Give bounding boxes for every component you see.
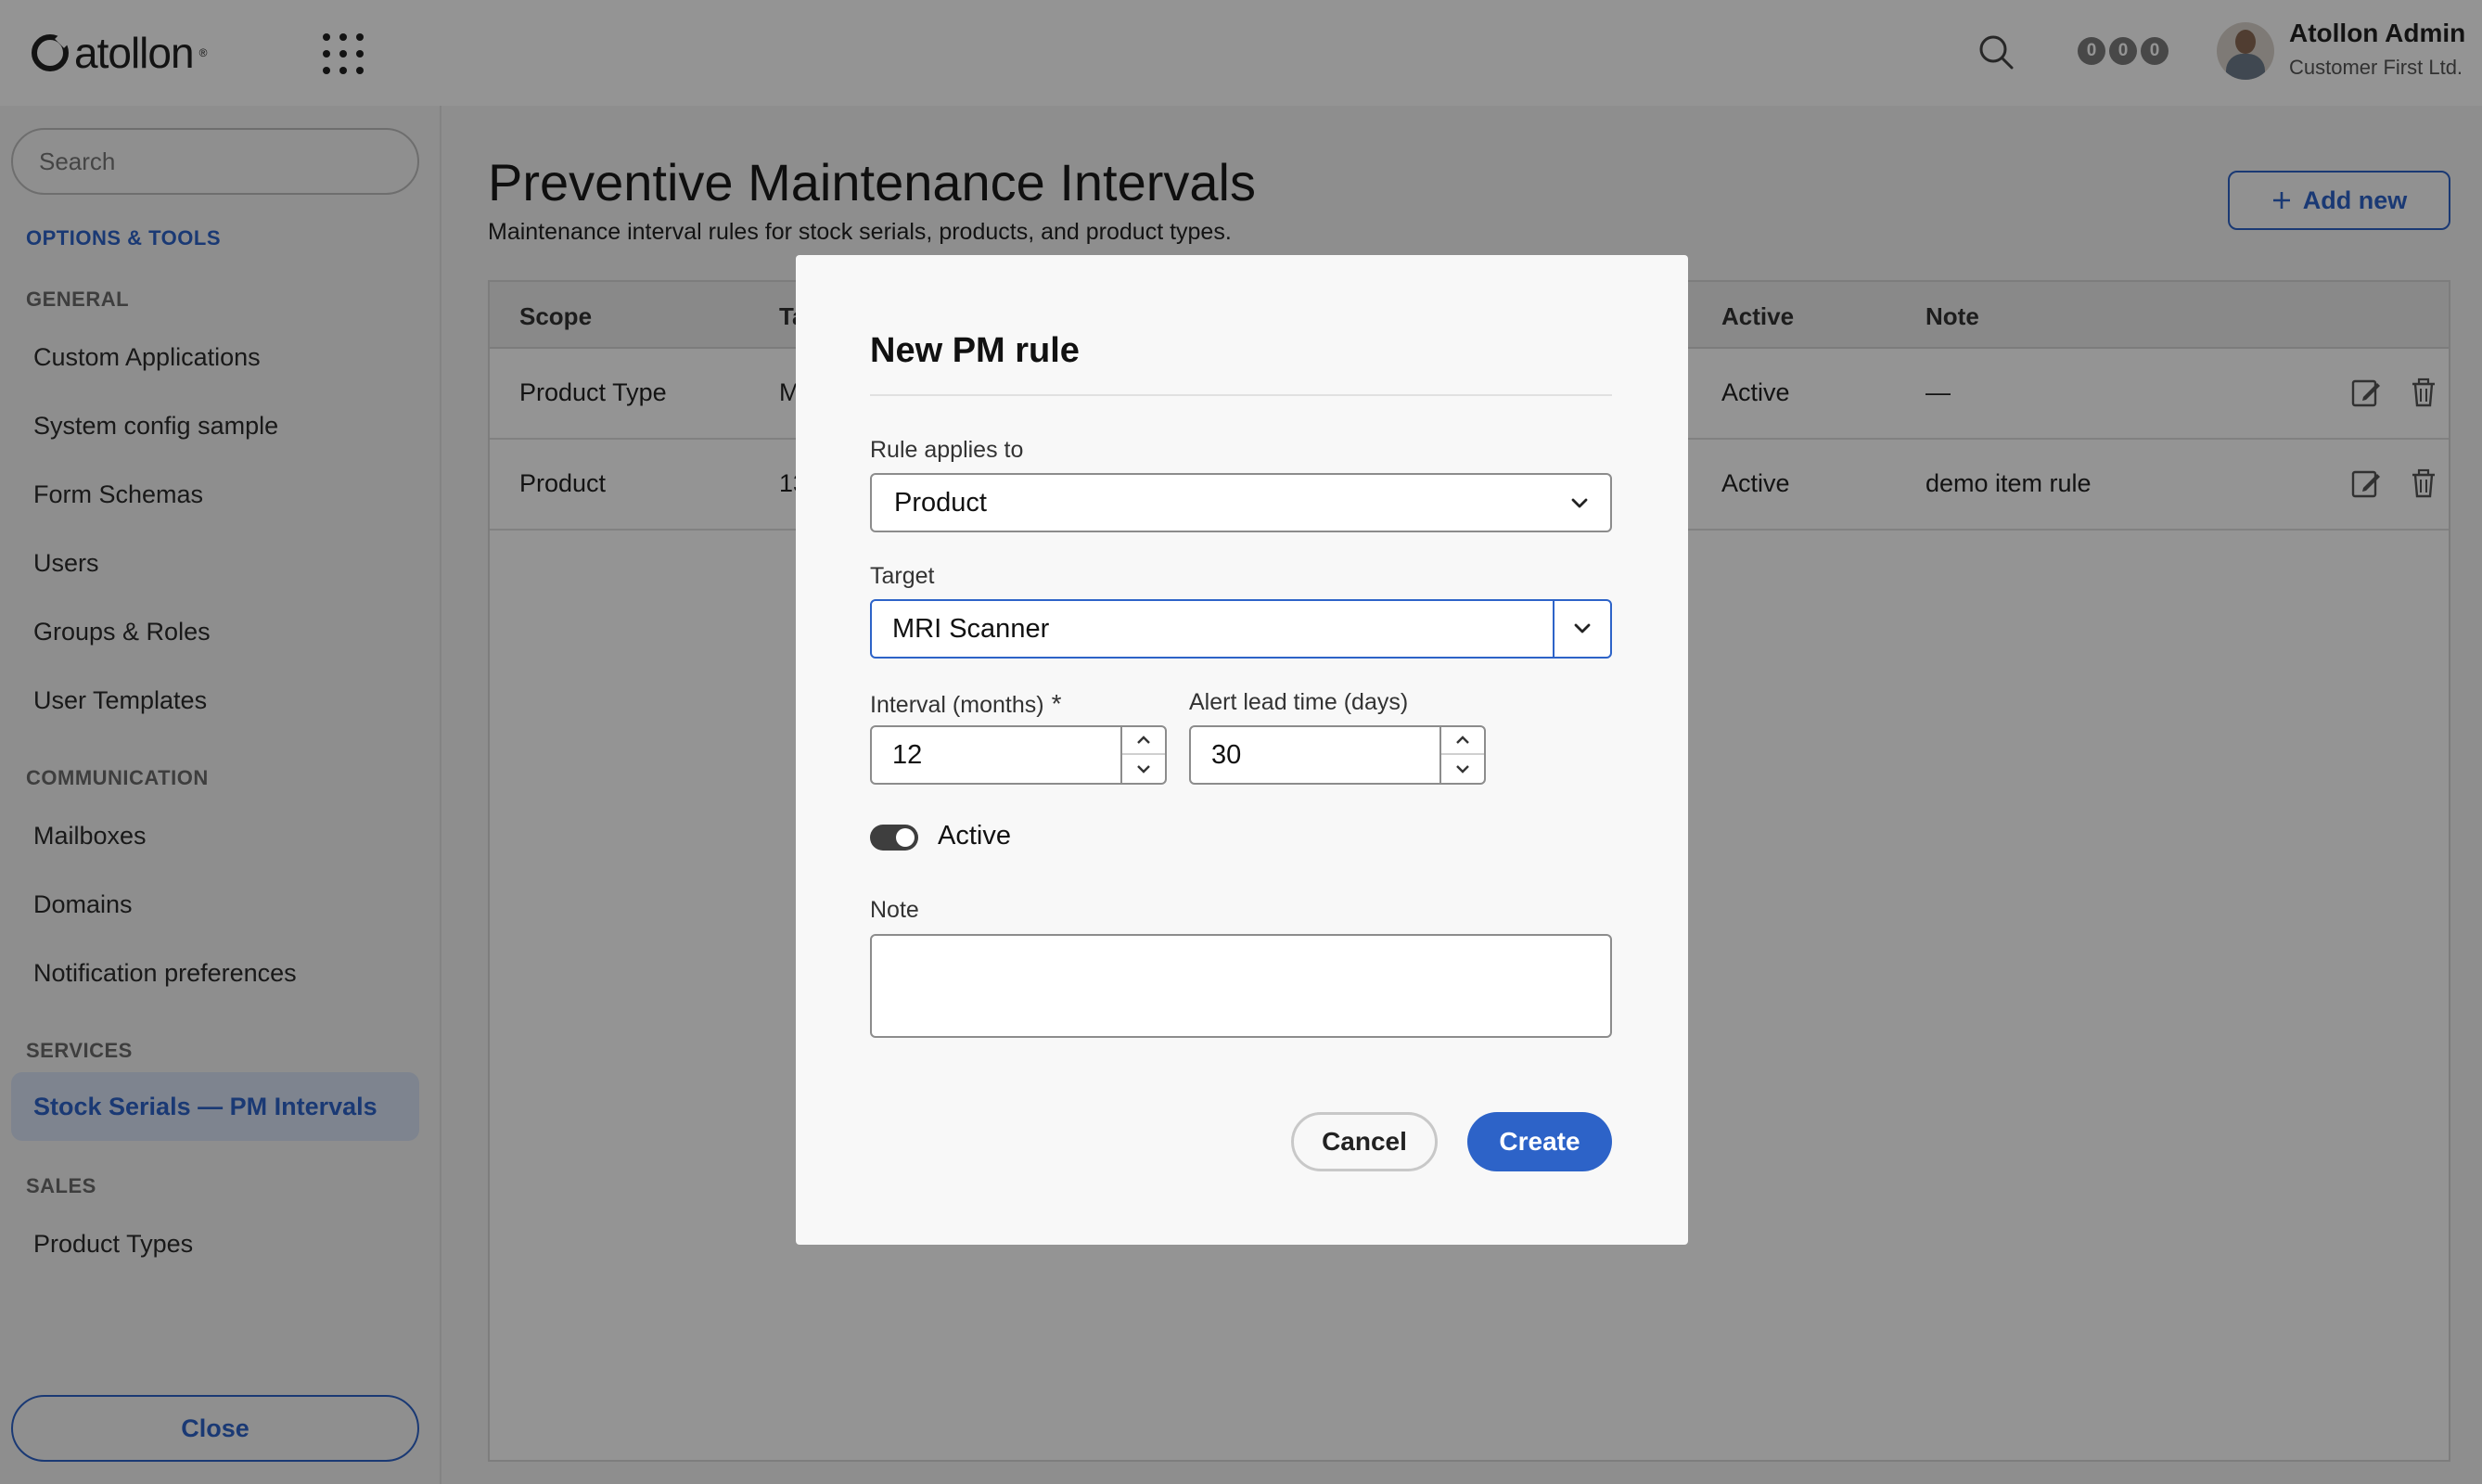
cancel-button[interactable]: Cancel: [1291, 1112, 1438, 1171]
alert-lead-time-input[interactable]: 30: [1189, 725, 1486, 785]
alert-value: 30: [1211, 740, 1242, 770]
active-toggle-label[interactable]: Active: [938, 821, 1011, 851]
create-button[interactable]: Create: [1467, 1112, 1612, 1171]
note-textarea[interactable]: [870, 934, 1612, 1038]
dialog-title: New PM rule: [870, 331, 1080, 370]
interval-label-text: Interval (months): [870, 692, 1044, 718]
chevron-down-icon: [1574, 623, 1591, 633]
target-label: Target: [870, 563, 935, 589]
target-dropdown-button[interactable]: [1554, 601, 1610, 657]
interval-label: Interval (months) *: [870, 689, 1061, 719]
alert-stepper: [1439, 727, 1484, 783]
interval-value: 12: [892, 740, 923, 770]
increment-button[interactable]: [1441, 727, 1484, 755]
rule-applies-value: Product: [894, 487, 987, 518]
decrement-button[interactable]: [1441, 755, 1484, 783]
toggle-knob: [896, 828, 915, 847]
chevron-up-icon: [1456, 736, 1469, 744]
required-indicator: *: [1051, 689, 1062, 718]
chevron-up-icon: [1137, 736, 1150, 744]
alert-lead-time-label: Alert lead time (days): [1189, 689, 1409, 715]
decrement-button[interactable]: [1122, 755, 1165, 783]
active-toggle[interactable]: [870, 825, 918, 851]
target-input[interactable]: MRI Scanner: [872, 601, 1554, 657]
new-pm-rule-dialog: New PM rule Rule applies to Product Targ…: [796, 255, 1688, 1245]
interval-stepper: [1120, 727, 1165, 783]
target-combobox[interactable]: MRI Scanner: [870, 599, 1612, 659]
rule-applies-label: Rule applies to: [870, 437, 1024, 463]
chevron-down-icon: [1456, 765, 1469, 774]
note-label: Note: [870, 897, 919, 923]
interval-months-input[interactable]: 12: [870, 725, 1167, 785]
rule-applies-select[interactable]: Product: [870, 473, 1612, 532]
dialog-divider: [870, 394, 1612, 396]
chevron-down-icon: [1571, 498, 1588, 508]
increment-button[interactable]: [1122, 727, 1165, 755]
chevron-down-icon: [1137, 765, 1150, 774]
